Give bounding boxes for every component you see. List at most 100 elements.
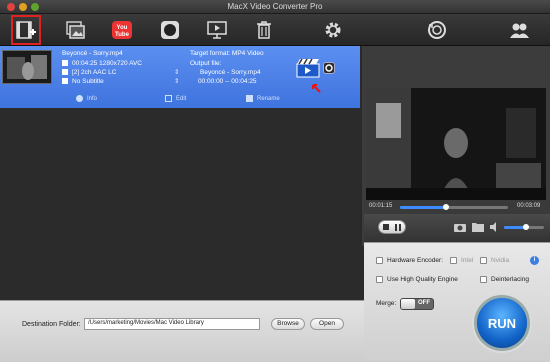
info-icon[interactable]: i — [530, 256, 539, 265]
photos-icon — [66, 21, 85, 39]
info-button[interactable]: Info — [76, 95, 97, 102]
video-preview — [366, 88, 546, 208]
snapshot-button[interactable] — [454, 222, 466, 234]
record-icon — [161, 21, 179, 39]
codec-settings-button[interactable] — [323, 62, 335, 74]
subtitle-text: No Subtitle — [72, 78, 104, 85]
pencil-icon — [246, 95, 253, 102]
duration-resolution-text: 00:04:25 1280x720 AVC — [72, 60, 142, 67]
update-button[interactable] — [424, 17, 450, 43]
hardware-encoder-checkbox[interactable] — [376, 257, 383, 264]
record-button[interactable] — [157, 17, 183, 43]
browse-button[interactable]: Browse — [271, 318, 305, 330]
deinterlacing-option[interactable]: Deinterlacing — [480, 276, 529, 283]
film-icon — [62, 60, 68, 67]
audio-track[interactable]: [2] 2ch AAC LC — [62, 68, 116, 77]
file-list: Beyoncé - Sorry.mp4 00:04:25 1280x720 AV… — [0, 46, 360, 300]
destination-folder-label: Destination Folder: — [22, 321, 81, 328]
toolbar: You Tube — [0, 14, 550, 46]
deinterlacing-checkbox[interactable] — [480, 276, 487, 283]
volume-slider-knob[interactable] — [523, 224, 529, 230]
add-photo-button[interactable] — [62, 17, 88, 43]
intel-checkbox[interactable] — [450, 257, 457, 264]
open-folder-button[interactable] — [472, 222, 484, 234]
row-actions: Info Edit Rename — [0, 94, 360, 106]
trash-icon — [257, 21, 271, 39]
scissors-icon — [165, 95, 172, 102]
player-controls — [364, 214, 550, 242]
current-time: 00:01:15 — [369, 203, 393, 209]
youtube-button[interactable]: You Tube — [109, 17, 135, 43]
title-bar: MacX Video Converter Pro — [0, 0, 550, 14]
camera-icon — [454, 224, 466, 232]
merge-state: OFF — [418, 300, 430, 306]
nvidia-option[interactable]: Nvidia — [480, 257, 509, 264]
gear-icon — [325, 22, 341, 38]
folder-icon — [472, 223, 484, 232]
total-time: 00:03:09 — [517, 203, 541, 209]
info-label: Info — [87, 96, 98, 103]
seek-bar-knob[interactable] — [443, 204, 450, 210]
subtitle-stepper[interactable]: ⇕ — [174, 77, 179, 86]
deinterlacing-label: Deinterlacing — [491, 276, 529, 284]
audio-track-text: [2] 2ch AAC LC — [72, 69, 117, 76]
svg-text:You: You — [117, 25, 128, 31]
subtitle-icon — [62, 78, 68, 85]
users-icon — [510, 23, 529, 38]
time-bar: 00:01:15 00:03:09 — [364, 200, 550, 214]
file-name: Beyoncé - Sorry.mp4 — [62, 50, 123, 57]
output-time-range: 00:00:00 -- 00:04:25 — [198, 78, 257, 85]
monitor-icon — [207, 21, 227, 39]
preview-clapper-button[interactable] — [296, 58, 320, 80]
window-title: MacX Video Converter Pro — [227, 2, 323, 11]
merge-toggle[interactable]: OFF — [400, 298, 434, 310]
audio-track-stepper[interactable]: ⇕ — [174, 68, 179, 77]
destination-bar: Destination Folder: /Users/marketing/Mov… — [0, 300, 364, 362]
app-window: MacX Video Converter Pro You Tube Beyonc… — [0, 0, 550, 362]
volume-slider[interactable] — [504, 224, 544, 230]
target-format: Target format: MP4 Video — [190, 50, 264, 57]
high-quality-engine-label: Use High Quality Engine — [387, 276, 458, 284]
settings-panel: Hardware Encoder: Intel Nvidia i Use Hig… — [364, 242, 550, 362]
high-quality-engine-option[interactable]: Use High Quality Engine — [376, 276, 458, 283]
add-video-button[interactable] — [11, 15, 41, 45]
rename-label: Rename — [257, 96, 280, 103]
svg-text:Tube: Tube — [115, 32, 130, 38]
seek-bar[interactable] — [400, 204, 508, 210]
open-button[interactable]: Open — [310, 318, 344, 330]
nvidia-checkbox[interactable] — [480, 257, 487, 264]
hardware-encoder-label: Hardware Encoder: — [387, 257, 443, 265]
video-thumbnail — [2, 50, 52, 84]
pause-button[interactable] — [395, 224, 397, 231]
info-icon — [76, 95, 83, 102]
users-button[interactable] — [506, 17, 532, 43]
output-file-label: Output file: — [190, 60, 222, 67]
high-quality-engine-checkbox[interactable] — [376, 276, 383, 283]
file-duration-resolution: 00:04:25 1280x720 AVC — [62, 59, 142, 68]
run-button[interactable]: RUN — [474, 295, 530, 351]
stop-button[interactable] — [383, 224, 389, 230]
intel-option[interactable]: Intel — [450, 257, 473, 264]
destination-folder-input[interactable]: /Users/marketing/Movies/Mac Video Librar… — [84, 318, 260, 330]
output-file-name: Beyoncé - Sorry.mp4 — [200, 69, 261, 76]
stop-pause-group — [378, 220, 406, 234]
intel-label: Intel — [461, 257, 474, 265]
delete-button[interactable] — [251, 17, 277, 43]
subtitle-track[interactable]: No Subtitle — [62, 77, 104, 86]
clapperboard-icon — [296, 58, 320, 78]
rename-button[interactable]: Rename — [246, 95, 280, 102]
arrow-icon — [312, 84, 321, 93]
speaker-icon — [62, 69, 68, 76]
file-row[interactable]: Beyoncé - Sorry.mp4 00:04:25 1280x720 AV… — [0, 46, 360, 108]
nvidia-label: Nvidia — [491, 257, 510, 265]
edit-button[interactable]: Edit — [165, 95, 186, 102]
film-plus-icon — [16, 21, 36, 39]
hardware-encoder-option[interactable]: Hardware Encoder: — [376, 257, 443, 264]
speaker-icon — [490, 222, 496, 232]
edit-label: Edit — [176, 96, 187, 103]
settings-button[interactable] — [320, 17, 346, 43]
speaker-button[interactable] — [490, 222, 500, 234]
seek-bar-fill — [400, 206, 447, 209]
toggle-knob — [401, 299, 415, 309]
screen-record-button[interactable] — [204, 17, 230, 43]
